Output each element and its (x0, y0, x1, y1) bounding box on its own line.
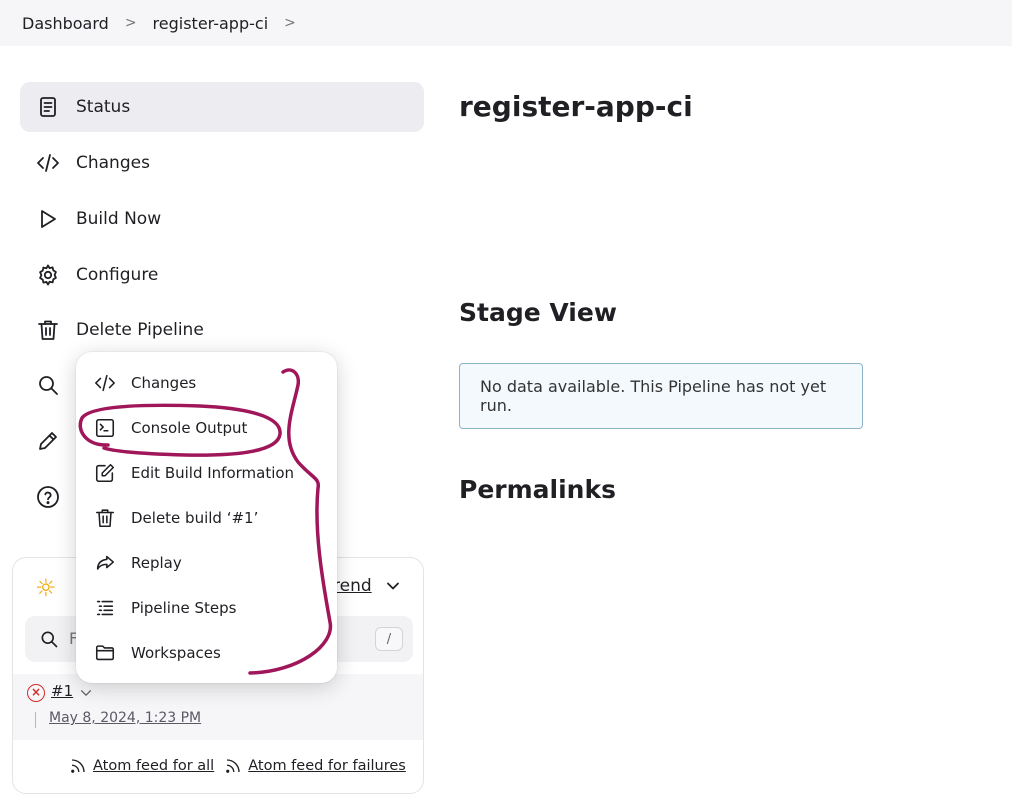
menu-item-label: Replay (131, 554, 182, 572)
menu-item-pipeline-steps[interactable]: Pipeline Steps (94, 593, 236, 623)
edit-icon (94, 462, 116, 484)
menu-item-workspaces[interactable]: Workspaces (94, 638, 221, 668)
stage-view-title: Stage View (459, 298, 617, 327)
permalinks-title: Permalinks (459, 475, 616, 504)
chevron-down-icon[interactable] (79, 686, 93, 700)
search-icon[interactable] (36, 373, 60, 397)
sidebar-item-label: Delete Pipeline (76, 320, 204, 340)
replay-icon (94, 552, 116, 574)
sidebar-item-delete-pipeline[interactable]: Delete Pipeline (20, 305, 424, 355)
list-icon (94, 597, 116, 619)
menu-item-label: Workspaces (131, 644, 221, 662)
trash-icon (36, 318, 60, 342)
search-shortcut-key: / (375, 627, 403, 651)
rss-icon (71, 759, 85, 773)
breadcrumb-register-app-ci[interactable]: register-app-ci (153, 14, 269, 33)
menu-item-console-output[interactable]: Console Output (94, 413, 247, 443)
atom-feed-all-link[interactable]: Atom feed for all (69, 757, 214, 775)
code-icon (94, 372, 116, 394)
menu-item-label: Delete build ‘#1’ (131, 509, 259, 527)
chevron-down-icon[interactable] (385, 578, 401, 594)
build-context-menu: Changes Console Output Edit Build Inform… (76, 352, 337, 683)
breadcrumb-dashboard[interactable]: Dashboard (22, 14, 109, 33)
play-icon (36, 207, 60, 231)
timeline-divider (35, 712, 36, 728)
rss-icon (226, 759, 240, 773)
sidebar-item-status[interactable]: Status (20, 82, 424, 132)
menu-item-label: Console Output (131, 419, 248, 437)
chevron-right-icon[interactable]: > (284, 15, 296, 31)
build-number-link[interactable]: #1 (51, 682, 73, 700)
no-data-message: No data available. This Pipeline has not… (459, 363, 863, 429)
feed-links: Atom feed for all Atom feed for failures (69, 757, 416, 775)
sidebar-item-configure[interactable]: Configure (20, 250, 424, 300)
sidebar-item-label: Configure (76, 265, 159, 285)
menu-item-replay[interactable]: Replay (94, 548, 182, 578)
failed-status-icon: × (27, 684, 45, 702)
build-timestamp-link[interactable]: May 8, 2024, 1:23 PM (49, 710, 201, 726)
sun-icon: ☼ (35, 574, 57, 602)
sidebar-item-label: Changes (76, 153, 150, 173)
menu-item-label: Pipeline Steps (131, 599, 237, 617)
pencil-icon[interactable] (36, 429, 60, 453)
menu-item-changes[interactable]: Changes (94, 368, 196, 398)
search-icon (41, 631, 58, 648)
page-title: register-app-ci (459, 90, 693, 123)
atom-feed-failures-link[interactable]: Atom feed for failures (224, 757, 406, 775)
folder-icon (94, 642, 116, 664)
table-row[interactable]: × #1 May 8, 2024, 1:23 PM (13, 674, 423, 740)
menu-item-label: Edit Build Information (131, 464, 295, 482)
sidebar-item-changes[interactable]: Changes (20, 138, 424, 188)
menu-item-label: Changes (131, 374, 197, 392)
atom-feed-all-label: Atom feed for all (93, 758, 215, 774)
help-icon[interactable] (36, 485, 60, 509)
breadcrumb: Dashboard > register-app-ci > (0, 0, 1012, 46)
atom-feed-failures-label: Atom feed for failures (248, 758, 406, 774)
document-icon (36, 95, 60, 119)
code-icon (36, 151, 60, 175)
sidebar-item-label: Status (76, 97, 131, 117)
gear-icon (36, 263, 60, 287)
sidebar-item-build-now[interactable]: Build Now (20, 194, 424, 244)
terminal-icon (94, 417, 116, 439)
trash-icon (94, 507, 116, 529)
trend-link[interactable]: rend (333, 576, 372, 596)
chevron-right-icon: > (124, 15, 137, 31)
menu-item-delete-build[interactable]: Delete build ‘#1’ (94, 503, 258, 533)
menu-item-edit-build-information[interactable]: Edit Build Information (94, 458, 294, 488)
sidebar-item-label: Build Now (76, 209, 162, 229)
